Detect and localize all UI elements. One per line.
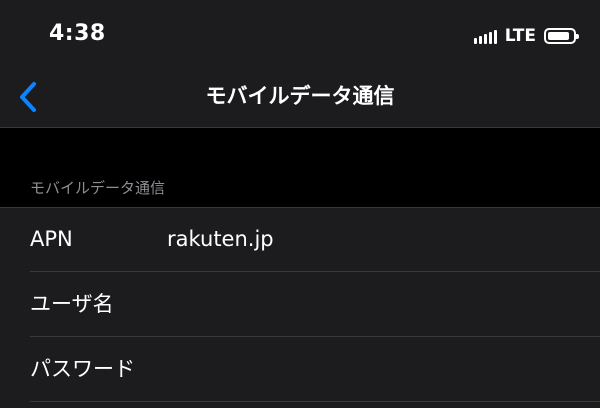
row-divider — [30, 401, 600, 402]
page-title: モバイルデータ通信 — [205, 84, 395, 108]
username-label: ユーザ名 — [30, 292, 114, 316]
status-time: 4:38 — [49, 21, 106, 46]
apn-row[interactable]: APN rakuten.jp — [0, 207, 600, 272]
apn-label: APN — [30, 227, 73, 251]
network-type: LTE — [504, 26, 536, 46]
cellular-signal-icon — [473, 28, 497, 44]
battery-icon — [544, 28, 579, 44]
section-header: モバイルデータ通信 — [30, 179, 166, 197]
nav-divider — [0, 127, 600, 128]
top-bar: 4:38 LTE モバイルデータ通信 — [0, 0, 600, 128]
password-row[interactable]: パスワード — [0, 337, 600, 402]
settings-list: APN rakuten.jp ユーザ名 パスワード — [0, 207, 600, 408]
password-label: パスワード — [30, 357, 135, 381]
apn-field[interactable]: rakuten.jp — [167, 207, 274, 272]
username-row[interactable]: ユーザ名 — [0, 272, 600, 337]
status-indicators: LTE — [473, 25, 579, 47]
